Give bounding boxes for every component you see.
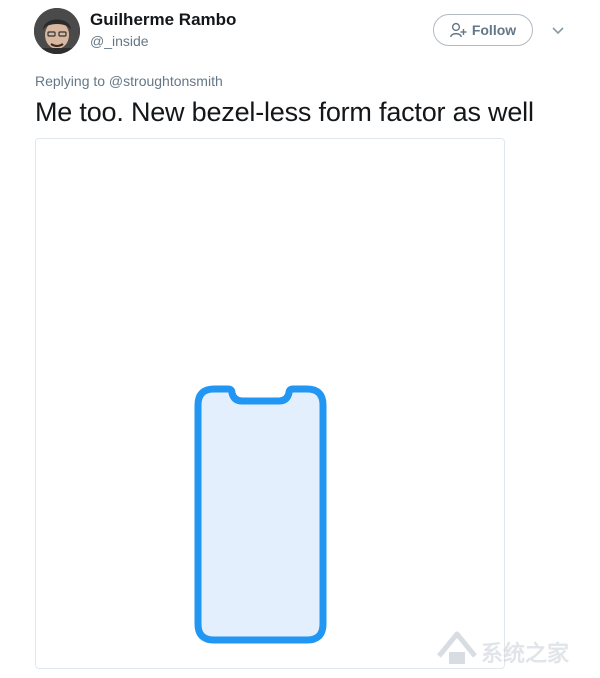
reply-context[interactable]: Replying to @stroughtonsmith [35, 73, 223, 89]
user-handle[interactable]: @_inside [90, 33, 149, 49]
avatar-image [34, 8, 80, 54]
user-display-name[interactable]: Guilherme Rambo [90, 10, 236, 30]
more-menu-button[interactable] [549, 22, 567, 40]
watermark: 系统之家 [435, 628, 595, 672]
follow-button-label: Follow [471, 22, 517, 38]
phone-outline-icon [194, 385, 327, 644]
watermark-logo-icon [437, 631, 477, 664]
add-user-icon [449, 22, 467, 38]
tweet-media[interactable] [35, 138, 505, 669]
watermark-text: 系统之家 [481, 642, 570, 667]
avatar[interactable] [34, 8, 80, 54]
tweet: Guilherme Rambo @_inside Follow Replying… [0, 0, 600, 678]
tweet-text: Me too. New bezel-less form factor as we… [35, 97, 534, 127]
chevron-down-icon [552, 27, 564, 35]
follow-button[interactable]: Follow [433, 14, 533, 46]
